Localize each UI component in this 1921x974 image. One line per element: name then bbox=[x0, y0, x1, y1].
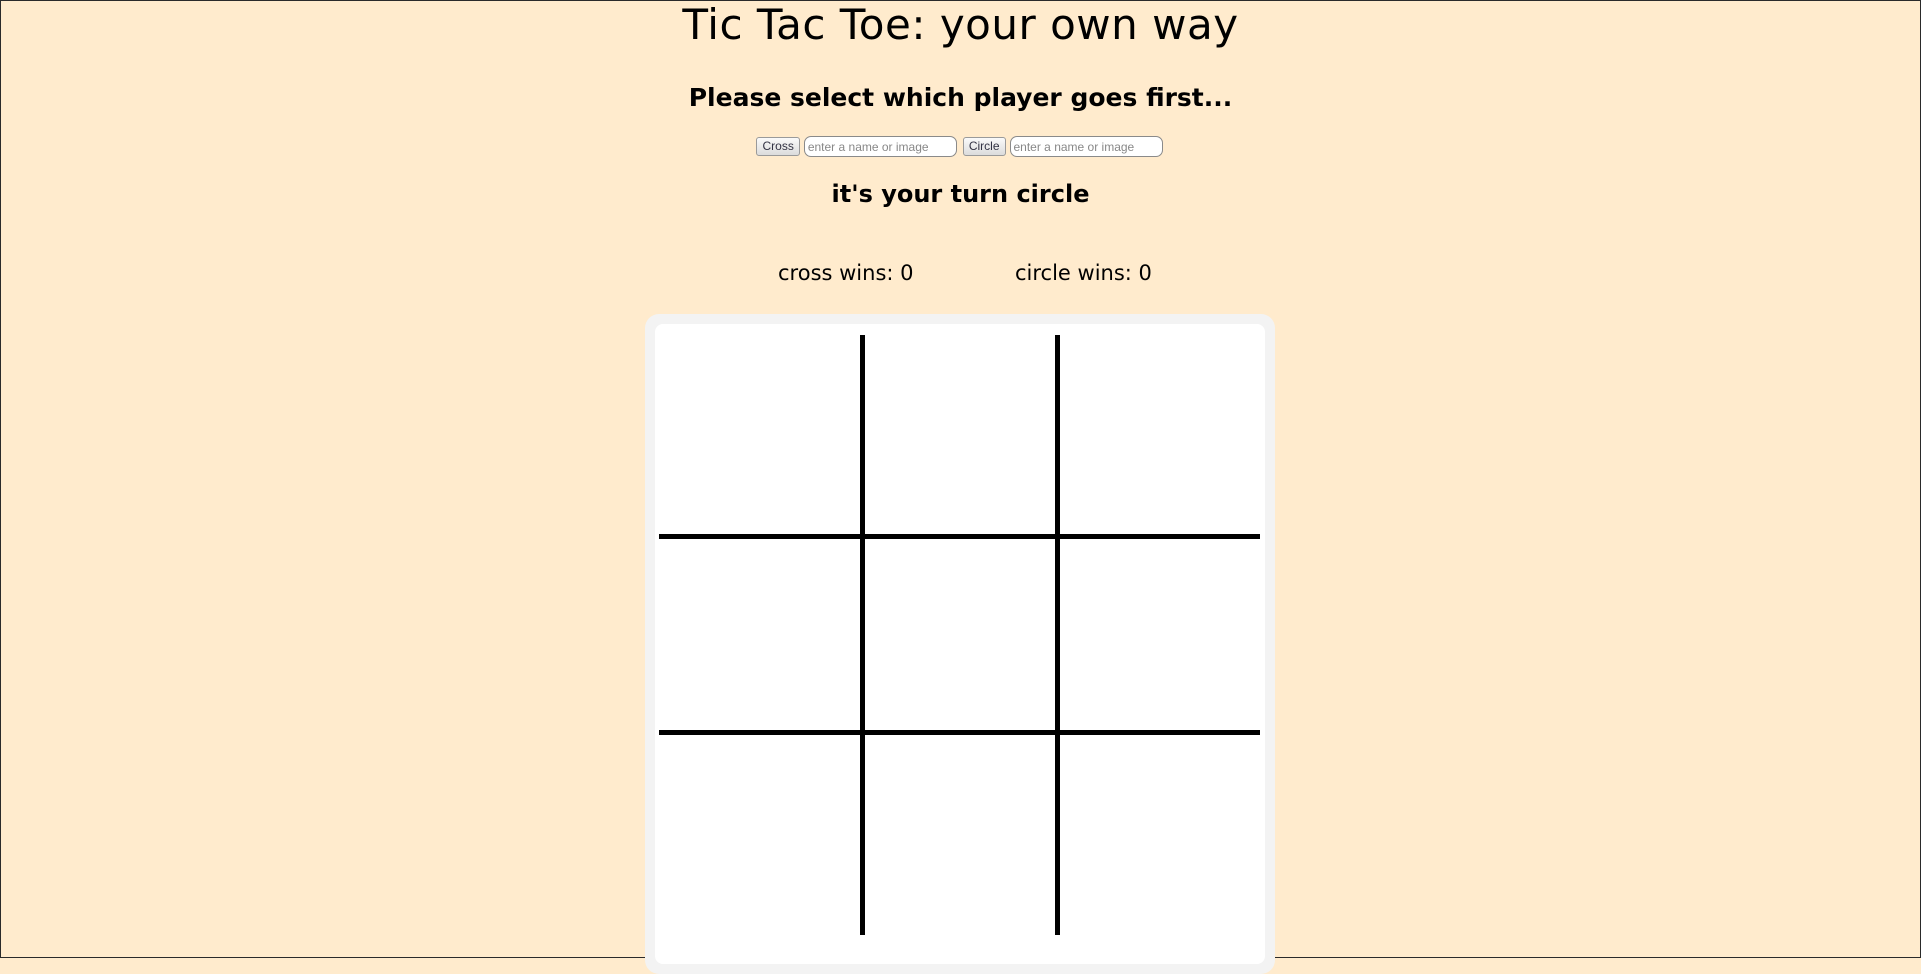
board-cell-7[interactable] bbox=[655, 742, 856, 964]
board-cell-5[interactable] bbox=[861, 542, 1055, 737]
cross-wins-score: cross wins: 0 bbox=[778, 261, 914, 285]
cross-button[interactable]: Cross bbox=[756, 137, 800, 156]
first-player-prompt: Please select which player goes first... bbox=[688, 83, 1233, 112]
board-cell-3[interactable] bbox=[1060, 324, 1265, 537]
page-title: Tic Tac Toe: your own way bbox=[682, 0, 1239, 49]
grid-line-vertical-2 bbox=[1055, 335, 1060, 935]
game-board bbox=[655, 324, 1265, 964]
board-cell-2[interactable] bbox=[861, 324, 1055, 537]
cross-name-input[interactable] bbox=[803, 136, 957, 157]
board-cell-8[interactable] bbox=[861, 742, 1055, 964]
grid-line-vertical-1 bbox=[860, 335, 865, 935]
board-cell-1[interactable] bbox=[655, 324, 856, 537]
grid-line-horizontal-1 bbox=[659, 534, 1260, 539]
turn-indicator: it's your turn circle bbox=[831, 180, 1090, 208]
scoreboard: cross wins: 0 circle wins: 0 bbox=[0, 258, 1921, 290]
board-cell-6[interactable] bbox=[1060, 542, 1265, 737]
player-controls: Cross Circle bbox=[0, 136, 1921, 157]
game-board-frame bbox=[645, 314, 1275, 974]
circle-name-input[interactable] bbox=[1009, 136, 1163, 157]
board-cell-4[interactable] bbox=[655, 542, 856, 737]
grid-line-horizontal-2 bbox=[659, 730, 1260, 735]
board-cell-9[interactable] bbox=[1060, 742, 1265, 964]
circle-button[interactable]: Circle bbox=[962, 137, 1006, 156]
circle-wins-score: circle wins: 0 bbox=[1015, 261, 1152, 285]
